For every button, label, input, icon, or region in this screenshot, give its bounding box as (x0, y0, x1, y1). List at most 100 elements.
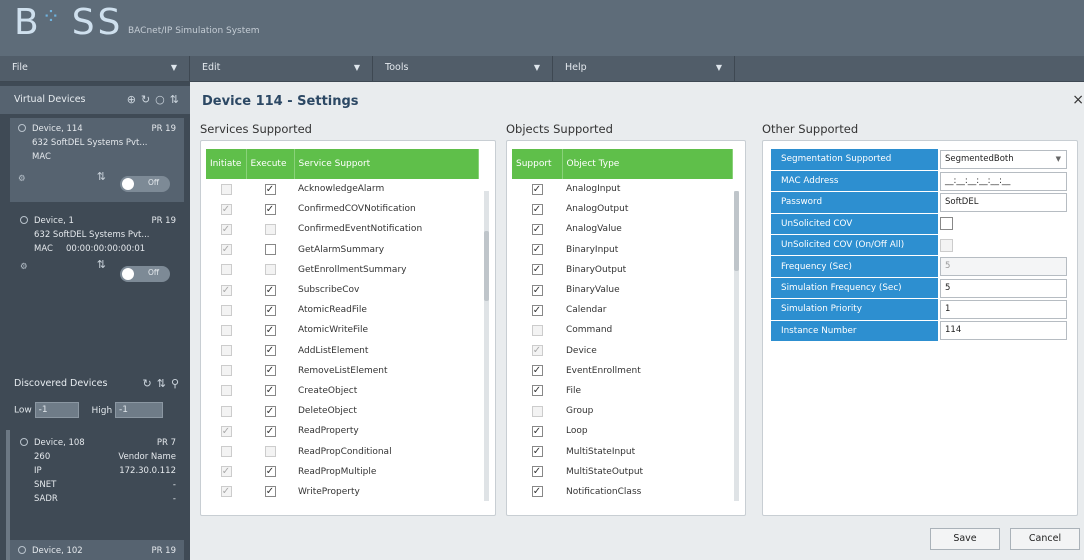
initiate-checkbox (220, 405, 232, 417)
execute-checkbox[interactable]: ✓ (264, 405, 276, 417)
object-name: EventEnrollment (566, 365, 641, 376)
high-input[interactable]: -1 (115, 402, 164, 418)
initiate-cell (206, 320, 246, 340)
menu-edit[interactable]: Edit ▼ (190, 56, 373, 82)
sort-icon[interactable]: ⇅ (97, 258, 106, 272)
support-checkbox[interactable]: ✓ (531, 425, 543, 437)
execute-checkbox[interactable]: ✓ (264, 425, 276, 437)
support-checkbox[interactable]: ✓ (531, 244, 543, 256)
sort-icon[interactable]: ⇅ (170, 93, 184, 106)
menu-tools[interactable]: Tools ▼ (373, 56, 553, 82)
support-checkbox[interactable]: ✓ (531, 385, 543, 397)
support-checkbox[interactable]: ✓ (531, 264, 543, 276)
setting-checkbox[interactable] (940, 217, 953, 231)
device-pr: PR 19 (151, 216, 176, 226)
setting-row: Instance Number 114 (771, 320, 1067, 343)
execute-checkbox[interactable]: ✓ (264, 345, 276, 357)
close-icon[interactable]: × (1072, 92, 1084, 108)
save-button[interactable]: Save (930, 528, 1000, 550)
chevron-down-icon: ▼ (353, 63, 360, 72)
service-name: AtomicWriteFile (298, 325, 369, 336)
support-checkbox[interactable]: ✓ (531, 284, 543, 296)
discovered-device-card[interactable]: Device, 102 PR 19 (10, 540, 184, 560)
col-execute[interactable]: Execute (246, 149, 295, 179)
scroll-thumb[interactable] (484, 231, 489, 301)
col-initiate[interactable]: Initiate (206, 149, 247, 179)
low-input[interactable]: -1 (34, 402, 79, 418)
support-cell: ✓ (512, 341, 562, 361)
support-checkbox[interactable]: ✓ (531, 223, 543, 235)
execute-checkbox[interactable]: ✓ (264, 203, 276, 215)
service-row: ✓ ✓ ReadPropMultiple (206, 462, 478, 482)
device-vendor: 632 SoftDEL Systems Pvt... (32, 138, 148, 148)
execute-checkbox[interactable]: ✓ (264, 183, 276, 195)
support-checkbox[interactable]: ✓ (531, 446, 543, 458)
initiate-checkbox: ✓ (220, 466, 232, 478)
support-checkbox[interactable]: ✓ (531, 466, 543, 478)
support-cell: ✓ (512, 381, 562, 401)
objects-title: Objects Supported (506, 122, 613, 136)
setting-input[interactable]: 5 (940, 278, 1067, 298)
support-checkbox[interactable]: ✓ (531, 183, 543, 195)
support-checkbox (531, 324, 543, 336)
settings-icon[interactable]: ⚙ (18, 172, 26, 186)
object-name: BinaryOutput (566, 264, 627, 275)
setting-input[interactable]: 114 (940, 321, 1067, 341)
support-checkbox[interactable]: ✓ (531, 203, 543, 215)
execute-checkbox[interactable]: ✓ (264, 466, 276, 478)
objects-scrollbar[interactable] (734, 191, 739, 501)
execute-checkbox[interactable]: ✓ (264, 304, 276, 316)
device-id: 260 (34, 452, 51, 462)
col-support[interactable]: Support (512, 149, 563, 179)
services-title: Services Supported (200, 122, 312, 136)
setting-input[interactable]: __:__:__:__:__:__ (940, 171, 1067, 191)
col-object-type[interactable]: Object Type (562, 149, 733, 179)
initiate-checkbox: ✓ (220, 425, 232, 437)
menu-file[interactable]: File ▼ (0, 56, 190, 82)
execute-checkbox[interactable]: ✓ (264, 324, 276, 336)
execute-checkbox[interactable]: ✓ (264, 284, 276, 296)
sort-icon[interactable]: ⇅ (97, 170, 106, 184)
segmentation-select[interactable]: SegmentedBoth ▼ (940, 149, 1067, 169)
discovered-device-card[interactable]: Device, 108 PR 7 260 Vendor Name IP 172.30.… (12, 432, 184, 532)
execute-checkbox[interactable]: ✓ (264, 385, 276, 397)
refresh-icon[interactable]: ↻ (141, 93, 155, 106)
support-cell: ✓ (512, 482, 562, 502)
device-toggle[interactable]: Off (120, 266, 170, 282)
refresh-icon[interactable]: ↻ (143, 377, 157, 390)
services-scrollbar[interactable] (484, 191, 489, 501)
menu-help[interactable]: Help ▼ (553, 56, 735, 82)
support-cell (512, 401, 562, 421)
device-toggle[interactable]: Off (120, 176, 170, 192)
setting-input[interactable]: 1 (940, 299, 1067, 319)
setting-input[interactable]: SoftDEL (940, 192, 1067, 212)
setting-label: Simulation Frequency (Sec) (771, 277, 940, 300)
service-row: ✓ DeleteObject (206, 401, 478, 421)
service-name: AtomicReadFile (298, 305, 367, 316)
scroll-thumb[interactable] (734, 191, 739, 271)
support-checkbox (531, 405, 543, 417)
settings-icon[interactable]: ⚙ (20, 260, 28, 274)
search-icon[interactable]: ⚲ (171, 377, 184, 390)
execute-checkbox[interactable] (264, 244, 276, 256)
execute-checkbox[interactable]: ✓ (264, 365, 276, 377)
cancel-button[interactable]: Cancel (1010, 528, 1080, 550)
add-icon[interactable]: ⊕ (127, 93, 141, 106)
setting-value-cell: __:__:__:__:__:__ (939, 170, 1067, 193)
execute-cell: ✓ (246, 381, 294, 401)
virtual-device-card[interactable]: Device, 114 PR 19 632 SoftDEL Systems Pvt… (10, 118, 184, 202)
col-service-support[interactable]: Service Support (294, 149, 479, 179)
device-pr: PR 7 (156, 438, 176, 448)
initiate-cell (206, 179, 246, 199)
support-checkbox[interactable]: ✓ (531, 304, 543, 316)
services-table: Initiate Execute Service Support ✓ Acknow… (206, 149, 479, 502)
circle-icon[interactable]: ○ (155, 93, 170, 106)
virtual-device-card[interactable]: Device, 1 PR 19 632 SoftDEL Systems Pvt..… (12, 210, 184, 294)
chevron-down-icon: ▼ (170, 63, 177, 72)
mac-label: MAC (32, 152, 51, 162)
sort-icon[interactable]: ⇅ (157, 377, 171, 390)
execute-checkbox[interactable]: ✓ (264, 486, 276, 498)
support-checkbox[interactable]: ✓ (531, 365, 543, 377)
execute-cell: ✓ (246, 179, 294, 199)
support-checkbox[interactable]: ✓ (531, 486, 543, 498)
